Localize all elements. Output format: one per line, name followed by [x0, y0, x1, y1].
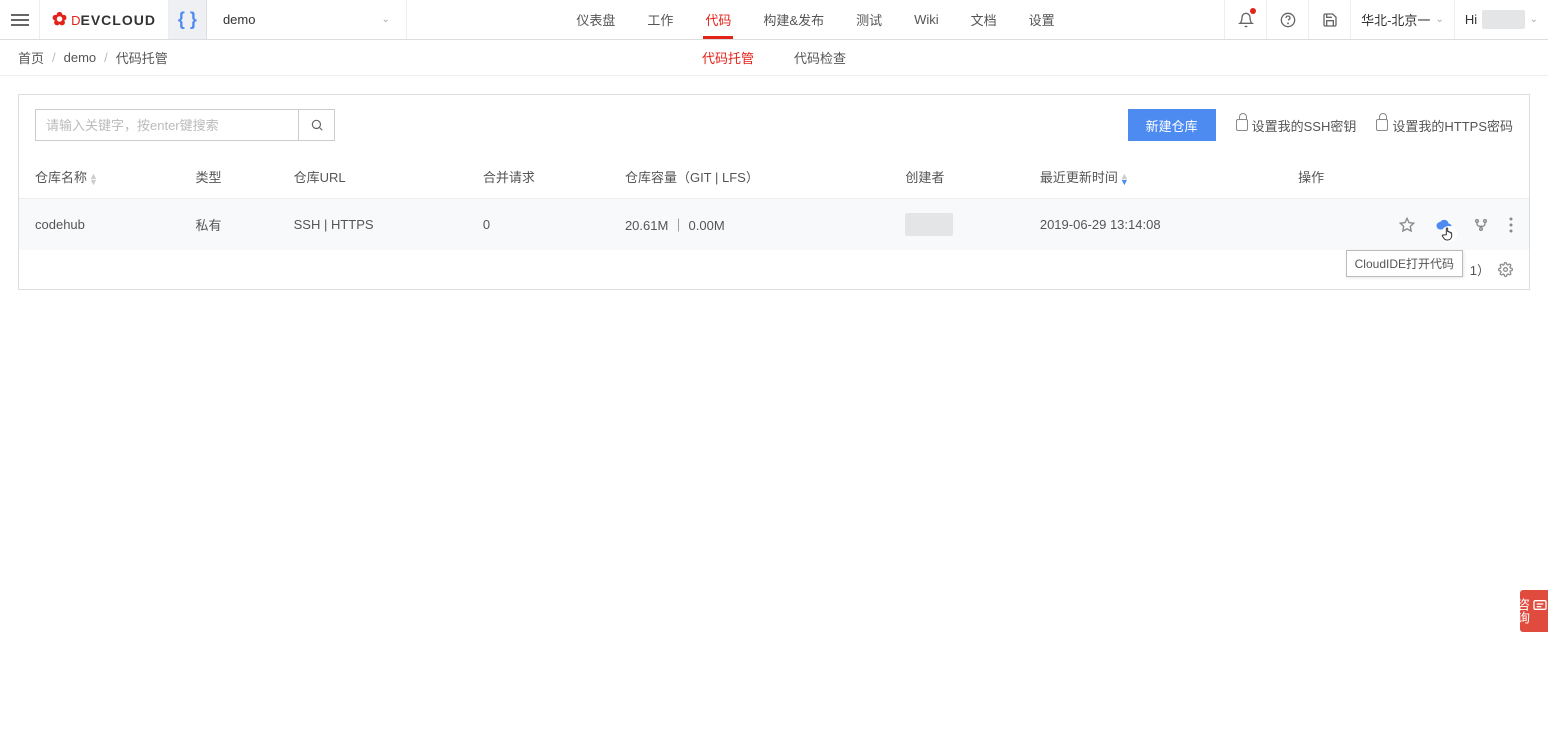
- col-merge: 合并请求: [467, 155, 609, 199]
- set-ssh-link[interactable]: 设置我的SSH密钥: [1236, 116, 1357, 135]
- table-footer: （总条数：1）: [19, 250, 1529, 289]
- col-type: 类型: [180, 155, 278, 199]
- table-header-row: 仓库名称▲▼ 类型 仓库URL 合并请求 仓库容量（GIT | LFS） 创建者…: [19, 155, 1529, 199]
- toolbar: 新建仓库 设置我的SSH密钥 设置我的HTTPS密码: [19, 95, 1529, 155]
- logo-text: EVCLOUD: [80, 12, 155, 28]
- cell-ops: CloudIDE打开代码: [1282, 199, 1529, 251]
- logo[interactable]: ✿ DEVCLOUD: [40, 0, 169, 39]
- toolbar-right: 新建仓库 设置我的SSH密钥 设置我的HTTPS密码: [1128, 109, 1513, 141]
- star-icon[interactable]: [1399, 217, 1415, 233]
- crumb-project[interactable]: demo: [64, 50, 97, 65]
- repo-table: 仓库名称▲▼ 类型 仓库URL 合并请求 仓库容量（GIT | LFS） 创建者…: [19, 155, 1529, 250]
- tab-work[interactable]: 工作: [631, 0, 689, 39]
- feedback-label: 咨询: [1515, 598, 1530, 624]
- cell-updated: 2019-06-29 13:14:08: [1024, 199, 1282, 251]
- branch-icon[interactable]: [1473, 217, 1489, 233]
- subtab-codehub[interactable]: 代码托管: [702, 48, 754, 67]
- cloud-ide-tooltip: CloudIDE打开代码: [1346, 250, 1463, 277]
- region-selector[interactable]: 华北-北京一 ⌄: [1350, 0, 1454, 39]
- cell-creator: xxx: [889, 199, 1023, 251]
- col-name[interactable]: 仓库名称▲▼: [19, 155, 180, 199]
- col-size: 仓库容量（GIT | LFS）: [609, 155, 889, 199]
- repo-panel: 新建仓库 设置我的SSH密钥 设置我的HTTPS密码 仓库名称▲▼ 类型 仓库U…: [18, 94, 1530, 290]
- cell-url[interactable]: SSH | HTTPS: [278, 199, 467, 251]
- user-name-redacted: x: [1482, 10, 1525, 29]
- chevron-down-icon: ⌄: [382, 14, 390, 25]
- top-nav: ✿ DEVCLOUD { } demo ⌄ 仪表盘 工作 代码 构建&发布 测试…: [0, 0, 1548, 40]
- main-tabs: 仪表盘 工作 代码 构建&发布 测试 Wiki 文档 设置: [407, 0, 1224, 39]
- tab-wiki[interactable]: Wiki: [898, 0, 955, 39]
- top-right: 华北-北京一 ⌄ Hi x ⌄: [1224, 0, 1548, 39]
- set-https-link[interactable]: 设置我的HTTPS密码: [1376, 116, 1513, 135]
- cell-type: 私有: [180, 199, 278, 251]
- table-row[interactable]: codehub 私有 SSH | HTTPS 0 20.61M ｜ 0.00M …: [19, 199, 1529, 251]
- tab-code[interactable]: 代码: [689, 0, 747, 39]
- search-input[interactable]: [36, 118, 298, 133]
- subtab-codecheck[interactable]: 代码检查: [794, 48, 846, 67]
- project-selector[interactable]: demo ⌄: [207, 0, 407, 39]
- tab-dashboard[interactable]: 仪表盘: [560, 0, 631, 39]
- save-icon[interactable]: [1308, 0, 1350, 39]
- content: 新建仓库 设置我的SSH密钥 设置我的HTTPS密码 仓库名称▲▼ 类型 仓库U…: [0, 76, 1548, 308]
- project-name: demo: [223, 12, 256, 27]
- sub-tabs: 代码托管 代码检查: [702, 48, 846, 67]
- chevron-down-icon: ⌄: [1530, 14, 1538, 25]
- lock-icon: [1236, 119, 1248, 131]
- cell-name[interactable]: codehub: [19, 199, 180, 251]
- set-https-label: 设置我的HTTPS密码: [1392, 116, 1513, 135]
- col-updated[interactable]: 最近更新时间▲▼: [1024, 155, 1282, 199]
- notification-icon[interactable]: [1224, 0, 1266, 39]
- braces-icon[interactable]: { }: [169, 0, 207, 39]
- col-url: 仓库URL: [278, 155, 467, 199]
- gear-icon[interactable]: [1498, 262, 1513, 277]
- sub-nav: 首页 / demo / 代码托管 代码托管 代码检查: [0, 40, 1548, 76]
- tab-build[interactable]: 构建&发布: [747, 0, 840, 39]
- crumb-current: 代码托管: [116, 48, 168, 67]
- cloud-ide-icon[interactable]: CloudIDE打开代码: [1435, 216, 1453, 234]
- tab-docs[interactable]: 文档: [955, 0, 1013, 39]
- help-icon[interactable]: [1266, 0, 1308, 39]
- search-box: [35, 109, 335, 141]
- region-label: 华北-北京一: [1361, 10, 1430, 29]
- hamburger-menu[interactable]: [0, 0, 40, 39]
- user-prefix: Hi: [1465, 12, 1477, 27]
- cell-size: 20.61M ｜ 0.00M: [609, 199, 889, 251]
- notification-dot: [1250, 8, 1256, 14]
- more-icon[interactable]: [1509, 217, 1513, 233]
- col-ops: 操作: [1282, 155, 1529, 199]
- user-menu[interactable]: Hi x ⌄: [1454, 0, 1548, 39]
- new-repo-button[interactable]: 新建仓库: [1128, 109, 1216, 141]
- tab-settings[interactable]: 设置: [1013, 0, 1071, 39]
- search-button[interactable]: [298, 110, 334, 140]
- breadcrumb: 首页 / demo / 代码托管: [18, 48, 168, 67]
- feedback-tab[interactable]: 咨询: [1520, 590, 1548, 632]
- cell-merge: 0: [467, 199, 609, 251]
- tab-test[interactable]: 测试: [840, 0, 898, 39]
- lock-icon: [1376, 119, 1388, 131]
- chevron-down-icon: ⌄: [1435, 14, 1443, 25]
- set-ssh-label: 设置我的SSH密钥: [1252, 116, 1357, 135]
- crumb-home[interactable]: 首页: [18, 48, 44, 67]
- chat-icon: [1532, 598, 1548, 620]
- huawei-flower-icon: ✿: [52, 9, 67, 30]
- col-creator: 创建者: [889, 155, 1023, 199]
